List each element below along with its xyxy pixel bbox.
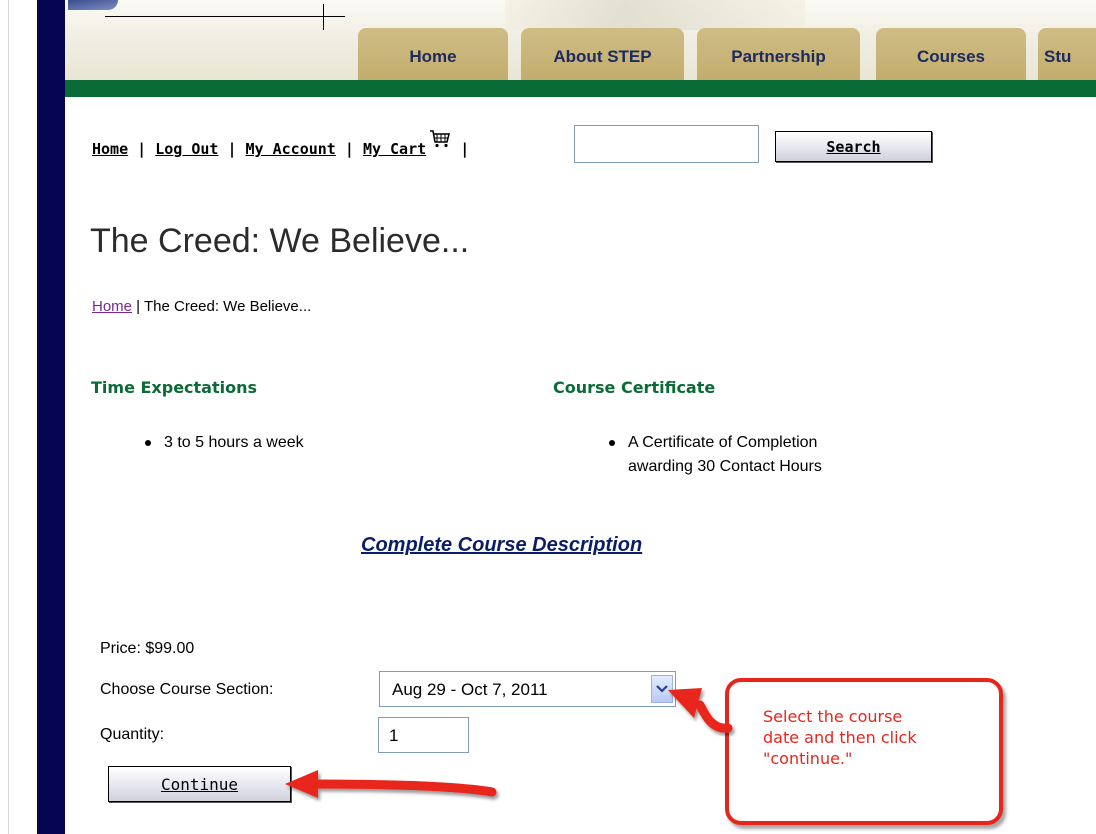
certificate-item: A Certificate of Completion awarding 30 … [609,431,822,479]
nav-underline-bar [65,80,1096,97]
arrow-to-section-select [668,688,733,733]
course-section-select[interactable]: Aug 29 - Oct 7, 2011 [379,671,676,707]
shopping-cart-icon[interactable] [429,130,451,152]
bullet-dot [609,440,615,446]
callout-text-line1: Select the course [763,707,903,726]
nav-tab-label: Partnership [731,47,826,66]
quantity-input[interactable]: 1 [378,717,469,753]
breadcrumb-current: | The Creed: We Believe... [132,298,312,315]
site-logo [68,0,118,10]
complete-course-description-link[interactable]: Complete Course Description [361,534,642,557]
search-input[interactable] [574,125,759,163]
breadcrumb: Home | The Creed: We Believe... [92,298,311,315]
search-button[interactable]: Search [775,131,932,162]
course-certificate-heading: Course Certificate [553,378,716,397]
arrow-to-continue [285,770,497,798]
util-cart-link[interactable]: My Cart [363,140,426,158]
window-edge [0,0,9,834]
nav-tab-label: Stu [1044,47,1072,66]
breadcrumb-home-link[interactable]: Home [92,298,132,315]
util-home-link[interactable]: Home [92,140,128,158]
chevron-down-icon[interactable] [651,675,673,703]
nav-tab-students[interactable]: Stu [1038,28,1096,80]
utility-links: Home | Log Out | My Account | My Cart | [92,130,470,158]
nav-tab-courses[interactable]: Courses [876,28,1026,80]
util-logout-link[interactable]: Log Out [155,140,218,158]
time-expectations-heading: Time Expectations [91,378,258,397]
page-title: The Creed: We Believe... [90,222,470,260]
nav-tab-partnership[interactable]: Partnership [697,28,860,80]
time-expectation-item: 3 to 5 hours a week [145,431,304,455]
course-section-label: Choose Course Section: [100,681,274,698]
bullet-dot [145,440,151,446]
course-section-value: Aug 29 - Oct 7, 2011 [392,680,548,699]
nav-tab-label: Home [409,47,457,66]
separator: | [137,140,147,158]
certificate-text-line1: A Certificate of Completion [628,434,818,451]
price-text: Price: $99.00 [100,640,195,657]
nav-tab-label: About STEP [553,47,652,66]
callout-text-line3: "continue." [763,749,853,768]
side-stripe [37,0,65,834]
header-rule-tick [323,4,324,30]
header-photo [505,0,805,30]
nav-tab-home[interactable]: Home [358,28,508,80]
separator: | [344,140,354,158]
nav-tab-label: Courses [916,47,986,66]
instruction-callout: Select the course date and then click "c… [725,678,1003,825]
nav-tab-about-step[interactable]: About STEP [521,28,684,80]
time-expectation-text: 3 to 5 hours a week [164,434,304,451]
certificate-text-line2: awarding 30 Contact Hours [628,458,822,475]
util-account-link[interactable]: My Account [246,140,336,158]
separator: | [460,140,470,158]
header-rule [105,16,345,17]
callout-text-line2: date and then click [763,728,917,747]
continue-button[interactable]: Continue [108,766,291,802]
quantity-label: Quantity: [100,726,165,743]
separator: | [227,140,237,158]
